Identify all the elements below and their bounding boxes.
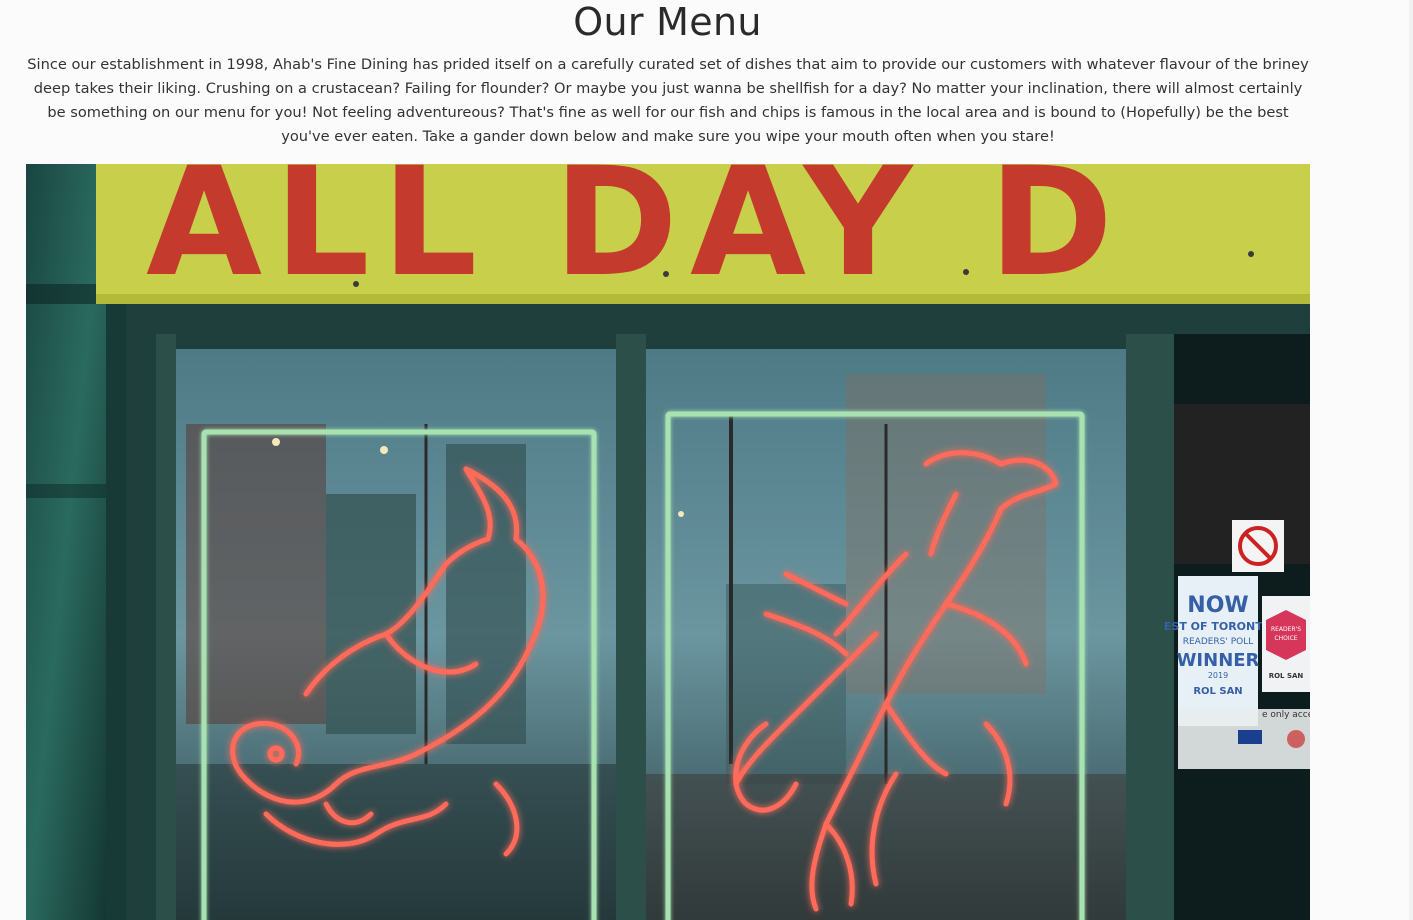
intro-paragraph: Since our establishment in 1998, Ahab's … — [27, 56, 1309, 145]
svg-text:ROL SAN: ROL SAN — [1193, 686, 1242, 697]
svg-text:2019: 2019 — [1208, 671, 1228, 680]
svg-text:CHOICE: CHOICE — [1274, 635, 1297, 642]
svg-text:WINNER: WINNER — [1177, 650, 1260, 671]
svg-text:e only accep: e only accep — [1262, 710, 1310, 720]
banner-text: ALL DAY D — [146, 164, 1125, 310]
payment-notice: e only accep — [1178, 709, 1310, 769]
svg-text:NOW: NOW — [1187, 593, 1248, 618]
no-smoking-sign — [1232, 520, 1284, 572]
hero-image-neon-seafood-sign: ALL DAY D NOW EST OF TORONTO READERS' PO… — [26, 164, 1310, 920]
svg-text:EST OF TORONTO: EST OF TORONTO — [1164, 620, 1272, 633]
scrollbar[interactable] — [1409, 0, 1413, 920]
readers-poll-poster: NOW EST OF TORONTO READERS' POLL WINNER … — [1164, 576, 1272, 726]
readers-choice-badge: READER'S CHOICE ROL SAN — [1262, 596, 1310, 692]
svg-text:READER'S: READER'S — [1271, 626, 1301, 633]
svg-text:READERS' POLL: READERS' POLL — [1183, 637, 1254, 647]
all-day-banner: ALL DAY D — [96, 164, 1310, 310]
page-title: Our Menu — [573, 0, 762, 44]
marble-wall — [26, 164, 106, 920]
svg-text:ROL SAN: ROL SAN — [1269, 672, 1304, 680]
